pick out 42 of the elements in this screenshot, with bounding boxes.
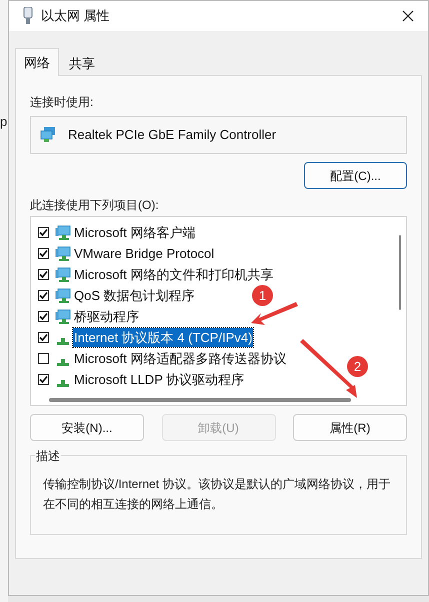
checkbox[interactable] bbox=[38, 311, 49, 322]
adapter-name: Realtek PCIe GbE Family Controller bbox=[68, 126, 276, 144]
tab[interactable]: 共享 bbox=[59, 53, 105, 75]
scrollbar[interactable] bbox=[49, 398, 351, 402]
checkbox[interactable] bbox=[38, 248, 49, 259]
network-protocol-icon bbox=[57, 380, 69, 386]
description-text: 传输控制协议/Internet 协议。该协议是默认的广域网络协议，用于在不同的相互连接的网络上通信。 bbox=[43, 476, 392, 513]
close-icon[interactable] bbox=[402, 10, 414, 22]
annotation-arrow bbox=[251, 302, 298, 325]
network-monitor-icon bbox=[55, 266, 71, 282]
checkbox[interactable] bbox=[38, 227, 49, 238]
list-item[interactable]: Microsoft 网络的文件和打印机共享 bbox=[73, 265, 274, 284]
network-monitor-icon bbox=[40, 127, 56, 143]
network-monitor-icon bbox=[55, 308, 71, 324]
list-item[interactable]: Microsoft 网络客户端 bbox=[73, 223, 196, 242]
list-item[interactable]: Microsoft 网络适配器多路传送器协议 bbox=[73, 349, 288, 368]
list-item[interactable]: VMware Bridge Protocol bbox=[73, 244, 216, 263]
checkbox[interactable] bbox=[38, 290, 49, 301]
checkbox[interactable] bbox=[38, 269, 49, 280]
network-monitor-icon bbox=[55, 246, 71, 262]
network-protocol-icon bbox=[57, 338, 69, 344]
configure-button[interactable]: 配置(C)... bbox=[304, 162, 407, 189]
checkbox[interactable] bbox=[38, 374, 49, 385]
network-protocol-icon bbox=[57, 358, 69, 366]
window-title: 以太网 属性 bbox=[41, 7, 110, 26]
scrollbar[interactable] bbox=[399, 235, 401, 310]
action-button[interactable]: 属性(R) bbox=[293, 414, 407, 441]
network-monitor-icon bbox=[55, 288, 71, 304]
list-item[interactable]: Internet 协议版本 4 (TCP/IPv4) bbox=[73, 328, 254, 347]
tab[interactable]: 网络 bbox=[15, 48, 59, 76]
network-monitor-icon bbox=[55, 224, 71, 240]
action-button[interactable]: 安装(N)... bbox=[30, 414, 144, 441]
group-label: 描述 bbox=[35, 447, 61, 465]
section-label: 此连接使用下列项目(O): bbox=[30, 197, 160, 213]
checkbox[interactable] bbox=[38, 332, 49, 343]
background-text: p bbox=[0, 113, 8, 131]
section-label: 连接时使用: bbox=[30, 94, 94, 110]
checkbox[interactable] bbox=[38, 353, 49, 364]
list-item[interactable]: QoS 数据包计划程序 bbox=[73, 286, 196, 305]
list-item[interactable]: Microsoft LLDP 协议驱动程序 bbox=[73, 370, 246, 389]
network-adapter-icon bbox=[23, 7, 33, 25]
list-item[interactable]: 桥驱动程序 bbox=[73, 307, 140, 326]
